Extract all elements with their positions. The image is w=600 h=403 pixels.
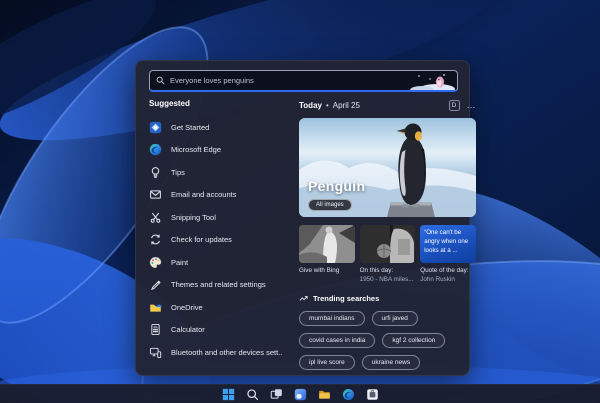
suggested-item-bluetooth-devices[interactable]: Bluetooth and other devices sett...	[149, 341, 282, 364]
trending-chips: mumbai indians urfi javed covid cases in…	[299, 310, 479, 370]
store-icon[interactable]	[366, 388, 379, 401]
card-give-with-bing[interactable]: Give with Bing	[299, 225, 355, 285]
onedrive-icon	[150, 304, 162, 312]
card-caption: On this day:	[359, 267, 394, 274]
email-icon	[150, 190, 161, 199]
windows-start-icon[interactable]	[222, 388, 235, 401]
suggested-item-calculator[interactable]: Calculator	[149, 319, 282, 342]
trending-title: Trending searches	[313, 293, 380, 303]
suggested-item-themes[interactable]: Themes and related settings	[149, 274, 282, 297]
trending-chip[interactable]: mumbai indians	[299, 310, 365, 326]
panel-columns: Suggested Get Started Microsoft Edge Tip…	[149, 99, 476, 370]
trending-chip[interactable]: urfi javed	[371, 310, 418, 326]
trending-header: Trending searches	[299, 294, 476, 303]
calculator-icon	[151, 324, 160, 336]
all-images-button[interactable]: All images	[308, 199, 352, 211]
card-subcaption: 1950 - NBA miles...	[359, 275, 414, 283]
hero-card-penguin[interactable]: Penguin All images	[299, 118, 476, 217]
suggested-item-edge[interactable]: Microsoft Edge	[149, 139, 282, 162]
tips-icon	[151, 166, 160, 178]
themes-icon	[150, 280, 161, 291]
today-header: Today • April 25 D …	[299, 99, 476, 111]
trending-up-icon	[299, 295, 308, 301]
on-this-day-photo	[359, 225, 416, 263]
suggested-item-label: Snipping Tool	[171, 212, 216, 222]
card-on-this-day[interactable]: On this day: 1950 - NBA miles...	[359, 225, 416, 285]
feed-cards: Give with Bing On this day: 1950 - NBA m…	[299, 225, 476, 285]
widgets-icon[interactable]	[294, 388, 307, 401]
suggested-title: Suggested	[149, 99, 190, 108]
today-date: April 25	[332, 100, 360, 110]
today-title: Today	[299, 100, 322, 110]
suggested-item-label: Get Started	[171, 122, 210, 132]
trending-chip[interactable]: ukraine news	[361, 354, 421, 370]
suggested-item-label: OneDrive	[171, 302, 203, 312]
suggested-item-email[interactable]: Email and accounts	[149, 184, 282, 207]
suggested-item-label: Microsoft Edge	[171, 145, 222, 155]
edge-browser-icon[interactable]	[342, 388, 355, 401]
give-with-bing-photo	[299, 225, 355, 263]
trending-chip[interactable]: covid cases in india	[299, 332, 376, 348]
today-section: Today • April 25 D … Penguin All images …	[299, 99, 476, 370]
more-options-button[interactable]: …	[467, 101, 477, 110]
suggested-item-label: Paint	[171, 257, 189, 267]
today-separator: •	[325, 100, 329, 110]
suggested-item-label: Email and accounts	[171, 190, 237, 200]
edge-icon	[149, 144, 162, 156]
taskbar	[0, 384, 600, 403]
suggested-item-label: Check for updates	[171, 235, 232, 245]
suggested-item-onedrive[interactable]: OneDrive	[149, 296, 282, 319]
task-view-icon[interactable]	[270, 388, 283, 401]
suggested-item-label: Tips	[171, 167, 185, 177]
card-caption: Quote of the day:	[420, 267, 469, 274]
search-input[interactable]: Everyone loves penguins	[149, 70, 458, 92]
snipping-tool-icon	[150, 212, 161, 223]
file-explorer-icon[interactable]	[318, 388, 331, 401]
card-caption: Give with Bing	[299, 267, 340, 274]
suggested-item-tips[interactable]: Tips	[149, 161, 282, 184]
hero-title: Penguin	[308, 178, 366, 194]
profile-badge[interactable]: D	[448, 99, 460, 111]
search-query: Everyone loves penguins	[170, 76, 254, 85]
quote-text: “One can't be angry when one looks at a …	[420, 225, 476, 263]
trending-chip[interactable]: ipl live score	[299, 354, 355, 370]
suggested-item-paint[interactable]: Paint	[149, 251, 282, 274]
desktop: Everyone loves penguins Suggested Get St…	[0, 0, 600, 403]
suggested-item-check-updates[interactable]: Check for updates	[149, 229, 282, 252]
card-subcaption: John Ruskin	[420, 275, 455, 283]
suggested-section: Suggested Get Started Microsoft Edge Tip…	[149, 99, 282, 364]
card-quote-of-the-day[interactable]: “One can't be angry when one looks at a …	[420, 225, 476, 285]
bluetooth-devices-icon	[150, 347, 162, 358]
search-icon	[156, 76, 165, 85]
paint-icon	[149, 256, 162, 268]
get-started-icon	[149, 121, 162, 133]
search-panel: Everyone loves penguins Suggested Get St…	[135, 60, 476, 376]
suggested-item-snipping-tool[interactable]: Snipping Tool	[149, 206, 282, 229]
penguin-illustration-icon	[410, 74, 455, 90]
check-updates-icon	[151, 234, 160, 245]
trending-chip[interactable]: kgf 2 collection	[382, 332, 446, 348]
suggested-item-label: Themes and related settings	[171, 280, 266, 290]
suggested-item-label: Calculator	[171, 325, 205, 335]
suggested-item-label: Bluetooth and other devices sett...	[171, 347, 282, 357]
taskbar-search-icon[interactable]	[246, 388, 259, 401]
suggested-item-get-started[interactable]: Get Started	[149, 116, 282, 139]
trending-section: Trending searches mumbai indians urfi ja…	[299, 294, 476, 370]
